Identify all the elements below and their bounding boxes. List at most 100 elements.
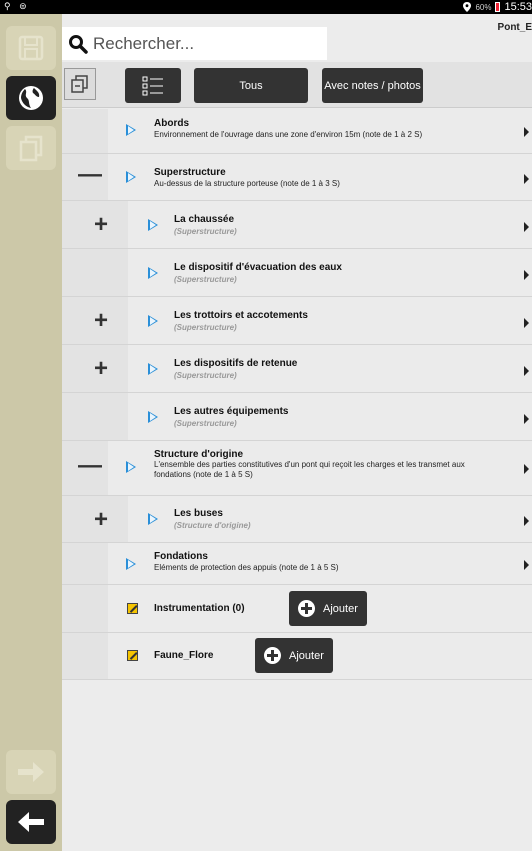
save-icon — [18, 35, 44, 61]
collapse-minus-icon[interactable]: — — [78, 454, 102, 478]
row-gutter — [62, 585, 108, 632]
row-gutter — [62, 633, 108, 679]
add-button-label: Ajouter — [323, 602, 358, 615]
row-description: L'ensemble des parties constitutives d'u… — [154, 460, 465, 479]
notes-row-faune-flore: Faune_Flore Ajouter — [62, 633, 532, 680]
tree-row-buses[interactable]: + Les buses (Structure d'origine) — [62, 496, 532, 543]
expand-triangle-icon[interactable] — [148, 315, 158, 327]
tree-row-structure-origine[interactable]: — Structure d'origine L'ensemble des par… — [62, 441, 532, 496]
row-parent-label: (Superstructure) — [174, 419, 237, 428]
row-parent-label: (Superstructure) — [174, 275, 237, 284]
notes-row-instrumentation: Instrumentation (0) Ajouter — [62, 585, 532, 633]
row-title: Instrumentation (0) — [154, 603, 245, 614]
save-button[interactable] — [6, 26, 56, 70]
expand-triangle-icon[interactable] — [148, 267, 158, 279]
plus-circle-icon — [298, 600, 315, 617]
battery-icon — [495, 2, 501, 12]
copy-icon — [19, 135, 43, 162]
globe-button[interactable] — [6, 76, 56, 120]
chevron-right-icon[interactable] — [524, 516, 529, 526]
add-button-label: Ajouter — [289, 649, 324, 662]
battery-percent: 60% — [475, 2, 492, 12]
row-title: Les buses — [174, 508, 223, 519]
row-parent-label: (Superstructure) — [174, 227, 237, 236]
row-title: Superstructure — [154, 167, 226, 178]
back-button[interactable] — [6, 800, 56, 844]
row-title: Faune_Flore — [154, 650, 214, 661]
add-faune-flore-button[interactable]: Ajouter — [255, 638, 333, 673]
row-description: Environnement de l'ouvrage dans une zone… — [154, 130, 423, 139]
note-icon — [127, 603, 138, 614]
status-bar: ⚲ ⊜ 60% 15:53 — [0, 0, 532, 14]
expand-plus-icon[interactable]: + — [94, 508, 108, 532]
chevron-right-icon[interactable] — [524, 464, 529, 474]
arrow-left-icon — [18, 812, 44, 832]
tree-row-superstructure[interactable]: — Superstructure Au-dessus de la structu… — [62, 154, 532, 201]
row-title: Structure d'origine — [154, 449, 244, 460]
row-title: Les autres équipements — [174, 406, 289, 417]
tree-row-abords[interactable]: Abords Environnement de l'ouvrage dans u… — [62, 109, 532, 154]
collapse-icon — [71, 75, 88, 93]
forward-button[interactable] — [6, 750, 56, 794]
expand-triangle-icon[interactable] — [126, 558, 136, 570]
row-title: Abords — [154, 118, 189, 129]
tree-row-retenue[interactable]: + Les dispositifs de retenue (Superstruc… — [62, 345, 532, 393]
collapse-all-button[interactable] — [64, 68, 96, 100]
filter-all-button[interactable]: Tous — [194, 68, 308, 103]
chevron-right-icon[interactable] — [524, 414, 529, 424]
row-parent-label: (Structure d'origine) — [174, 521, 251, 530]
filter-notes-photos-button[interactable]: Avec notes / photos — [322, 68, 423, 103]
row-description: Eléments de protection des appuis (note … — [154, 563, 339, 572]
expand-plus-icon[interactable]: + — [94, 357, 108, 381]
expand-triangle-icon[interactable] — [148, 411, 158, 423]
chevron-right-icon[interactable] — [524, 222, 529, 232]
status-icons: ⚲ ⊜ — [4, 1, 30, 11]
expand-triangle-icon[interactable] — [148, 219, 158, 231]
row-description: Au-dessus de la structure porteuse (note… — [154, 179, 340, 188]
chevron-right-icon[interactable] — [524, 560, 529, 570]
chevron-right-icon[interactable] — [524, 127, 529, 137]
location-icon — [463, 2, 472, 12]
search-placeholder: Rechercher... — [93, 33, 195, 53]
tree-row-evacuation[interactable]: Le dispositif d'évacuation des eaux (Sup… — [62, 249, 532, 297]
globe-icon — [19, 86, 43, 110]
expand-plus-icon[interactable]: + — [94, 213, 108, 237]
expand-triangle-icon[interactable] — [126, 124, 136, 136]
chevron-right-icon[interactable] — [524, 174, 529, 184]
row-gutter — [62, 543, 108, 584]
expand-triangle-icon[interactable] — [148, 513, 158, 525]
copy-button[interactable] — [6, 126, 56, 170]
row-parent-label: (Superstructure) — [174, 323, 237, 332]
chevron-right-icon[interactable] — [524, 318, 529, 328]
search-icon — [69, 34, 88, 54]
chevron-right-icon[interactable] — [524, 366, 529, 376]
note-icon — [127, 650, 138, 661]
expand-plus-icon[interactable]: + — [94, 309, 108, 333]
tree-row-trottoirs[interactable]: + Les trottoirs et accotements (Superstr… — [62, 297, 532, 345]
row-gutter — [62, 393, 128, 440]
row-title: La chaussée — [174, 214, 235, 225]
tree-row-chaussee[interactable]: + La chaussée (Superstructure) — [62, 201, 532, 249]
collapse-minus-icon[interactable]: — — [78, 163, 102, 187]
row-gutter — [62, 249, 128, 296]
expand-triangle-icon[interactable] — [148, 363, 158, 375]
plus-circle-icon — [264, 647, 281, 664]
row-gutter — [62, 109, 108, 153]
tree-row-autres-equipements[interactable]: Les autres équipements (Superstructure) — [62, 393, 532, 441]
sidebar — [0, 14, 62, 851]
search-bar[interactable]: Rechercher... — [62, 27, 327, 60]
row-title: Les dispositifs de retenue — [174, 358, 298, 369]
expand-triangle-icon[interactable] — [126, 171, 136, 183]
row-title: Fondations — [154, 551, 208, 562]
row-parent-label: (Superstructure) — [174, 371, 237, 380]
file-name: Pont_E — [497, 22, 532, 33]
list-view-button[interactable] — [125, 68, 181, 103]
tree-row-fondations[interactable]: Fondations Eléments de protection des ap… — [62, 543, 532, 585]
add-instrumentation-button[interactable]: Ajouter — [289, 591, 367, 626]
arrow-right-icon — [18, 762, 44, 782]
chevron-right-icon[interactable] — [524, 270, 529, 280]
list-icon — [142, 76, 163, 95]
clock: 15:53 — [504, 1, 532, 13]
expand-triangle-icon[interactable] — [126, 461, 136, 473]
row-title: Les trottoirs et accotements — [174, 310, 308, 321]
